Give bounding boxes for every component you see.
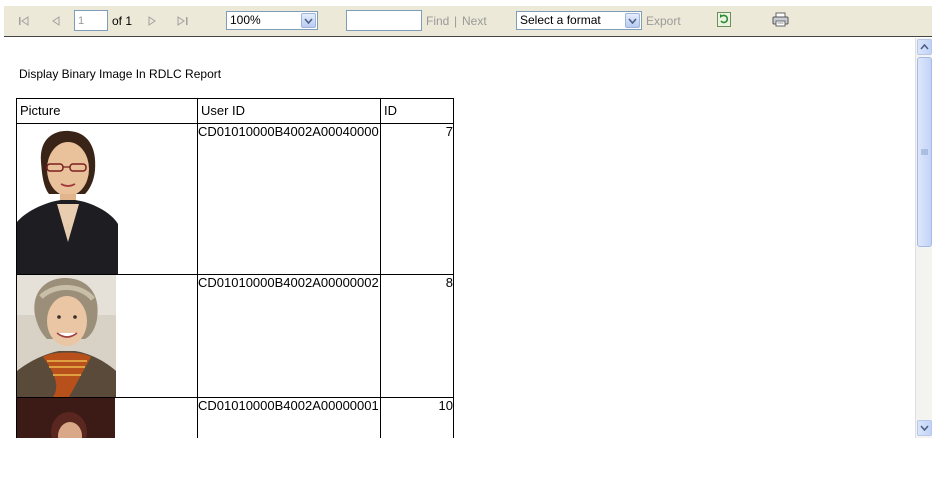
export-format-value: Select a format bbox=[520, 13, 601, 27]
report-viewer-toolbar: of 1 100% Find | Next Select a format Ex… bbox=[4, 6, 932, 37]
refresh-button[interactable] bbox=[717, 6, 731, 36]
table-header-row: Picture User ID ID bbox=[16, 98, 454, 124]
picture-cell bbox=[16, 274, 198, 398]
column-header-user-id: User ID bbox=[197, 98, 381, 124]
zoom-value: 100% bbox=[230, 13, 261, 27]
id-cell: 7 bbox=[380, 123, 454, 275]
picture-cell bbox=[16, 123, 198, 275]
id-cell: 8 bbox=[380, 274, 454, 398]
previous-page-button[interactable] bbox=[50, 6, 62, 36]
person-photo bbox=[17, 398, 115, 438]
report-table: Picture User ID ID CD01010000B4002A00040… bbox=[16, 98, 454, 438]
chevron-up-icon bbox=[920, 44, 929, 50]
table-row: CD01010000B4002A00040000 7 bbox=[16, 123, 454, 275]
zoom-select[interactable]: 100% bbox=[226, 11, 318, 30]
scroll-up-button[interactable] bbox=[917, 39, 932, 55]
find-next-separator: | bbox=[454, 14, 458, 28]
export-format-select[interactable]: Select a format bbox=[516, 11, 642, 30]
table-row: CD01010000B4002A00000001 10 bbox=[16, 397, 454, 438]
first-page-icon bbox=[18, 15, 30, 27]
column-header-picture: Picture bbox=[16, 98, 198, 124]
first-page-button[interactable] bbox=[18, 6, 30, 36]
user-id-cell: CD01010000B4002A00000001 bbox=[197, 397, 381, 438]
person-photo bbox=[17, 124, 118, 274]
scrollbar-thumb[interactable] bbox=[917, 57, 932, 247]
report-title: Display Binary Image In RDLC Report bbox=[19, 67, 222, 81]
user-id-cell: CD01010000B4002A00040000 bbox=[197, 123, 381, 275]
user-id-cell: CD01010000B4002A00000002 bbox=[197, 274, 381, 398]
report-body: Display Binary Image In RDLC Report Pict… bbox=[4, 38, 915, 438]
person-photo bbox=[17, 275, 116, 397]
grip-icon bbox=[921, 149, 928, 155]
printer-icon bbox=[772, 12, 789, 30]
chevron-down-icon[interactable] bbox=[301, 13, 316, 28]
chevron-down-icon[interactable] bbox=[625, 13, 640, 28]
column-header-id: ID bbox=[380, 98, 454, 124]
next-page-icon bbox=[146, 15, 158, 27]
scroll-down-button[interactable] bbox=[917, 420, 932, 436]
find-link[interactable]: Find bbox=[426, 14, 449, 28]
next-page-button[interactable] bbox=[146, 6, 158, 36]
export-link[interactable]: Export bbox=[646, 14, 681, 28]
picture-cell bbox=[16, 397, 198, 438]
id-cell: 10 bbox=[380, 397, 454, 438]
print-button[interactable] bbox=[772, 6, 789, 36]
page-count-label: of 1 bbox=[112, 14, 133, 28]
table-row: CD01010000B4002A00000002 8 bbox=[16, 274, 454, 398]
page-number-input[interactable] bbox=[74, 10, 108, 31]
refresh-icon bbox=[717, 12, 731, 30]
next-link[interactable]: Next bbox=[462, 14, 487, 28]
previous-page-icon bbox=[50, 15, 62, 27]
last-page-button[interactable] bbox=[176, 6, 188, 36]
vertical-scrollbar[interactable] bbox=[915, 38, 932, 438]
chevron-down-icon bbox=[920, 425, 929, 431]
last-page-icon bbox=[176, 15, 188, 27]
find-text-input[interactable] bbox=[346, 10, 422, 31]
